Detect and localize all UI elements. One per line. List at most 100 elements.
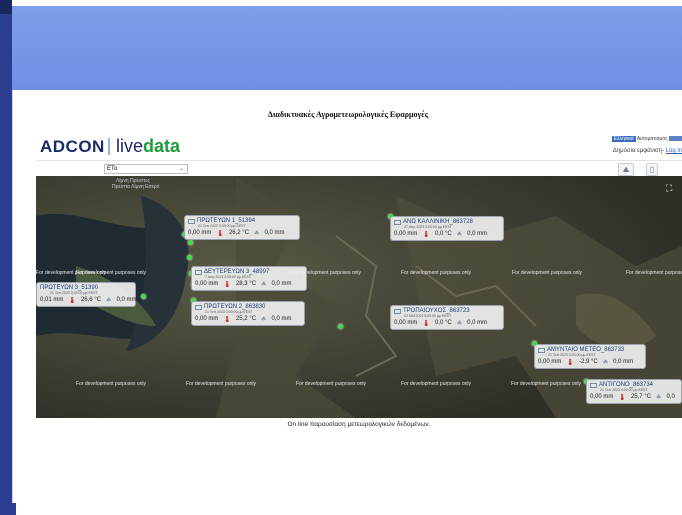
livedata-logo: livedata — [116, 136, 180, 157]
dev-watermark: For development purposes only — [186, 381, 257, 387]
station-icon — [394, 308, 401, 314]
dev-watermark: For development purposes only — [512, 270, 583, 276]
station-card[interactable]: ΠΡΩΤΕΥΩΝ 3_51390 21 Ξεπ 2023 3:30:00 μμ … — [36, 282, 136, 307]
leaf-wetness-icon: ☘ — [106, 298, 112, 304]
dev-watermark: For development purposes only — [296, 381, 367, 387]
header-banner — [12, 6, 682, 90]
logo-data-text: data — [143, 136, 181, 156]
fullscreen-icon[interactable]: ⛶ — [666, 184, 676, 194]
chevron-down-icon: ⌄ — [178, 166, 184, 172]
temp-value: 25,7 °C — [630, 394, 652, 400]
thermometer-icon: 🌡 — [618, 395, 626, 401]
station-date: 21 Ξεπ 2023 3:30:00 μμ EEST — [548, 353, 596, 357]
dev-watermark: For development purposes only — [401, 381, 472, 387]
public-view-label: Δημόσια εμφάνιση- — [612, 148, 664, 154]
header-language-area: Ελληνικά Αυτοματισμός — [611, 136, 682, 142]
station-icon — [590, 382, 597, 388]
rain-value: 0,00 mm — [195, 316, 219, 322]
map-caption: On line παρουσίαση μετεωρολογικών δεδομέ… — [287, 421, 431, 428]
station-card[interactable]: ΠΡΩΤΕΥΩΝ 1_51394 21 Ξεπ 2023 3:30:00 μμ … — [184, 215, 300, 240]
station-marker[interactable] — [188, 240, 193, 245]
station-date: 21 Ξεπ 2023 3:30:00 μμ EEST — [198, 224, 246, 228]
station-date: 21 Ξεπ 2023 4:00:00 μμ EEST — [600, 388, 648, 392]
station-date: 21 Ξεπ 2023 3:00:00 μμ EEST — [205, 310, 253, 314]
thermometer-icon: 🌡 — [223, 282, 231, 288]
leaf-value: 0,0 mm — [467, 320, 488, 326]
leaf-wetness-icon: ☘ — [261, 317, 267, 323]
leaf-value: 0,0 mm — [116, 297, 137, 303]
footer-frame-bar — [12, 503, 16, 515]
parameter-select-value: ETo — [107, 166, 118, 172]
language-label: Αυτοματισμός — [636, 136, 668, 142]
login-link[interactable]: Log in — [666, 148, 682, 154]
leaf-wetness-icon: ☘ — [656, 395, 662, 401]
leaf-value: 0,0 mm — [271, 316, 292, 322]
leaf-value: 0,0 mm — [467, 231, 488, 237]
leaf-value: 0,0 mm — [613, 359, 634, 365]
station-card[interactable]: ΔΕΥΤΕΡΕΥΩΝ 3_48997 7 Απρ 2023 2:00:00 μμ… — [191, 266, 307, 291]
temp-value: 0,0 °C — [434, 231, 452, 237]
station-marker[interactable] — [338, 324, 343, 329]
station-card[interactable]: ΑΝΩ ΚΑΛΛΙΝΙΚΗ_863728 27 Απρ 2023 3:00:00… — [390, 216, 504, 241]
station-date: 22 Μαΐ 2023 5:00:00 μμ EEST — [404, 314, 452, 318]
thermometer-icon: 🌡 — [422, 321, 430, 327]
station-icon — [394, 219, 401, 225]
station-marker[interactable] — [141, 294, 146, 299]
station-card[interactable]: ΤΡΟΠΑΙΟΥΧΟΣ_863723 22 Μαΐ 2023 5:00:00 μ… — [390, 305, 504, 330]
leaf-wetness-icon: ☘ — [261, 282, 267, 288]
rain-value: 0,00 mm — [590, 394, 614, 400]
leaf-value: 0,0 mm — [264, 230, 285, 236]
thermometer-icon: 🌡 — [216, 231, 224, 237]
leaf-wetness-icon: ☘ — [456, 232, 463, 238]
station-date: 7 Απρ 2023 2:00:00 μμ EEST — [205, 275, 251, 279]
leaf-wetness-icon: ☘ — [254, 231, 260, 237]
rain-value: 0,00 mm — [195, 281, 219, 287]
thermometer-icon: 🌡 — [422, 232, 430, 238]
thermometer-icon: 🌡 — [68, 298, 76, 304]
station-date: 27 Απρ 2023 3:00:00 μμ EEST — [404, 225, 452, 229]
thermometer-icon: 🌡 — [223, 317, 231, 323]
station-icon — [188, 218, 195, 224]
station-icon — [538, 347, 545, 353]
map-toolbar: ETo ⌄ ⛰ ▯ — [36, 160, 682, 176]
station-marker[interactable] — [187, 255, 192, 260]
logo-live-text: live — [116, 136, 144, 156]
station-icon — [195, 269, 202, 275]
station-date: 21 Ξεπ 2023 3:30:00 μμ EEST — [50, 291, 98, 295]
parameter-select[interactable]: ETo ⌄ — [104, 164, 188, 174]
leaf-value: 0,0 — [666, 394, 675, 400]
dev-watermark: For development purposes only — [76, 381, 147, 387]
logo-separator — [108, 138, 110, 155]
left-frame-mark — [0, 0, 12, 14]
adcon-logo: ADCON — [40, 137, 105, 156]
temp-value: 26,2 °C — [228, 230, 250, 236]
flag-icon[interactable] — [669, 136, 682, 142]
left-frame-bar — [0, 0, 12, 515]
thermometer-icon: 🌡 — [566, 360, 574, 366]
leaf-wetness-icon: ☘ — [602, 360, 609, 366]
temp-value: 25,2 °C — [235, 316, 257, 322]
temp-value: 28,3 °C — [235, 281, 257, 287]
temp-value: 0,0 °C — [434, 320, 452, 326]
dev-watermark: For development purposes only — [511, 381, 582, 387]
rain-value: 0,01 mm — [40, 297, 64, 303]
leaf-value: 0,0 mm — [271, 281, 292, 287]
station-card[interactable]: ΑΝΤΙΓΟΝΟ_863734 21 Ξεπ 2023 4:00:00 μμ E… — [586, 379, 682, 404]
rain-value: 0,00 mm — [394, 320, 418, 326]
dev-watermark: For development purposes only — [626, 270, 682, 276]
satellite-map[interactable]: For development purposes only For develo… — [36, 176, 682, 418]
station-icon — [195, 304, 202, 310]
dev-watermark: For development purposes only — [401, 270, 472, 276]
layers-icon[interactable]: ⛰ — [618, 163, 634, 176]
temp-value: -2,9 °C — [578, 359, 598, 365]
mobile-icon[interactable]: ▯ — [646, 163, 658, 176]
station-card[interactable]: ΠΡΩΤΕΥΩΝ 2_863830 21 Ξεπ 2023 3:00:00 μμ… — [191, 301, 305, 326]
rain-value: 0,00 mm — [538, 359, 562, 365]
language-badge[interactable]: Ελληνικά — [611, 136, 636, 142]
rain-value: 0,00 mm — [394, 231, 418, 237]
station-card[interactable]: ΑΜΥΝΤΑΙΟ ΜΕΤΕΟ_863733 21 Ξεπ 2023 3:30:0… — [534, 344, 646, 369]
leaf-wetness-icon: ☘ — [456, 321, 463, 327]
livedata-header: ADCON livedata Ελληνικά Αυτοματισμός Δημ… — [24, 132, 682, 160]
page-title: Διαδικτυακές Αγρομετεωρολογικές Εφαρμογέ… — [267, 110, 429, 119]
temp-value: 26,6 °C — [80, 297, 102, 303]
